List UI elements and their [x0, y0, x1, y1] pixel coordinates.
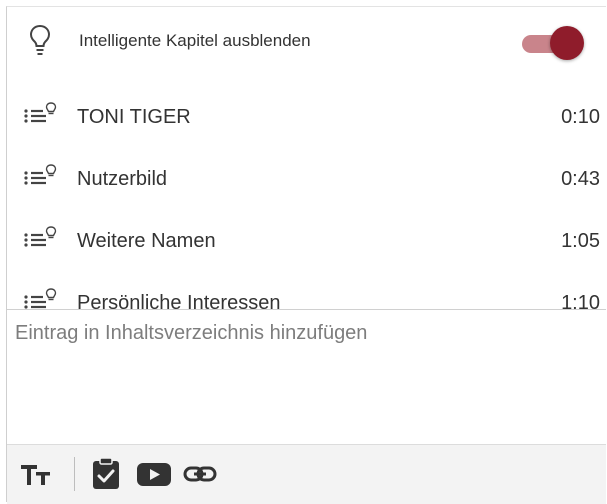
hide-smart-chapters-label: Intelligente Kapitel ausblenden	[79, 31, 311, 50]
smart-chapter-icon	[24, 102, 57, 123]
chapter-item[interactable]: Nutzerbild 0:43	[7, 149, 606, 211]
chapter-title: TONI TIGER	[77, 106, 191, 128]
smart-chapter-icon	[24, 226, 57, 247]
smart-chapters-header: Intelligente Kapitel ausblenden	[7, 7, 606, 75]
chapters-panel: Intelligente Kapitel ausblenden TONI TIG…	[6, 6, 606, 504]
chapter-time: 0:10	[561, 106, 600, 128]
toolbar-divider	[74, 457, 75, 491]
text-format-icon[interactable]	[19, 459, 53, 489]
chapter-item[interactable]: Weitere Namen 1:05	[7, 211, 606, 273]
link-icon[interactable]	[183, 459, 217, 489]
chapter-title: Weitere Namen	[77, 230, 216, 252]
clipboard-check-icon[interactable]	[91, 457, 121, 491]
toc-entry-input[interactable]	[11, 314, 603, 442]
smart-chapter-icon	[24, 288, 57, 309]
chapter-list: TONI TIGER 0:10 Nutzerbild 0:43 Weitere …	[7, 87, 606, 335]
toggle-knob	[550, 26, 584, 60]
chapter-title: Nutzerbild	[77, 168, 168, 190]
chapter-item[interactable]: TONI TIGER 0:10	[7, 87, 606, 149]
smart-chapter-icon	[24, 164, 57, 185]
editor-toolbar	[7, 444, 606, 504]
video-play-icon[interactable]	[136, 459, 172, 489]
chapter-time: 1:05	[561, 230, 600, 252]
hide-smart-chapters-toggle[interactable]	[520, 26, 586, 60]
lightbulb-icon	[29, 24, 51, 55]
chapter-time: 0:43	[561, 168, 600, 190]
toc-entry-editor	[7, 309, 606, 504]
